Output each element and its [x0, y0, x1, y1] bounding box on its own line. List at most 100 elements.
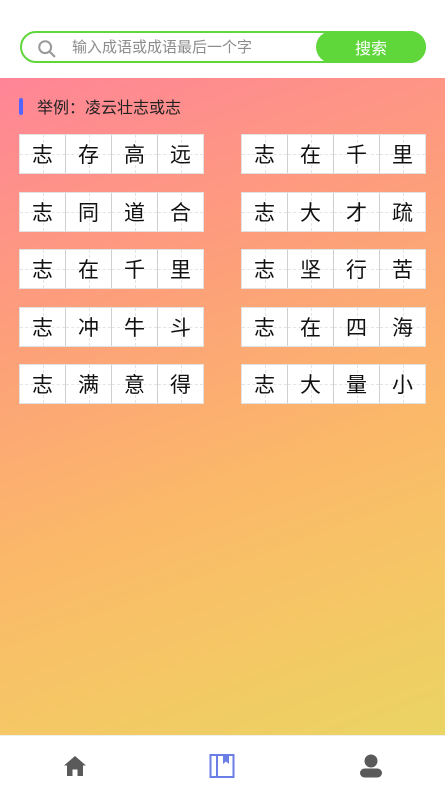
idiom-char-cell: 冲 [66, 308, 112, 346]
idiom-char: 志 [254, 373, 275, 397]
idiom-char: 志 [254, 143, 275, 167]
idiom-char-cell: 才 [334, 193, 380, 231]
idiom-char-cell: 在 [288, 135, 334, 173]
idiom-char-cell: 意 [112, 365, 158, 403]
search-input[interactable] [72, 33, 312, 61]
idiom-char-cell: 同 [66, 193, 112, 231]
idiom-card[interactable]: 志大才疏 [242, 193, 425, 231]
idiom-char-cell: 小 [380, 365, 425, 403]
idiom-char-cell: 千 [334, 135, 380, 173]
tab-idioms[interactable] [208, 752, 236, 780]
idiom-char: 远 [170, 143, 191, 167]
idiom-char: 满 [78, 373, 99, 397]
main-content: 举例：凌云壮志或志 志存高远志在千里志同道合志大才疏志在千里志坚行苦志冲牛斗志在… [0, 78, 445, 735]
idiom-char-cell: 志 [20, 308, 66, 346]
idiom-card[interactable]: 志存高远 [20, 135, 203, 173]
example-text: 举例：凌云壮志或志 [37, 98, 182, 117]
idiom-char: 四 [346, 316, 367, 340]
idiom-char-cell: 高 [112, 135, 158, 173]
idiom-char: 合 [170, 201, 191, 225]
idiom-char-cell: 在 [288, 308, 334, 346]
idiom-card[interactable]: 志满意得 [20, 365, 203, 403]
idiom-char-cell: 志 [20, 365, 66, 403]
idiom-char-cell: 在 [66, 250, 112, 288]
idiom-char-cell: 里 [380, 135, 425, 173]
home-icon [64, 756, 86, 776]
idiom-char: 志 [32, 258, 53, 282]
search-box[interactable]: 搜索 [20, 31, 426, 63]
tab-home[interactable] [61, 752, 89, 780]
idiom-char-cell: 坚 [288, 250, 334, 288]
idiom-char: 海 [392, 316, 413, 340]
idiom-char: 疏 [392, 201, 413, 225]
idiom-char: 千 [346, 143, 367, 167]
idiom-char-cell: 千 [112, 250, 158, 288]
idiom-char-cell: 志 [20, 250, 66, 288]
idiom-char: 量 [346, 373, 367, 397]
idiom-char: 在 [300, 143, 321, 167]
idiom-card[interactable]: 志坚行苦 [242, 250, 425, 288]
idiom-char: 坚 [300, 258, 321, 282]
tab-profile[interactable] [357, 752, 385, 780]
idiom-char: 里 [170, 258, 191, 282]
idiom-char: 大 [300, 373, 321, 397]
idiom-char: 同 [78, 201, 99, 225]
idiom-char-cell: 志 [242, 193, 288, 231]
idiom-char-cell: 苦 [380, 250, 425, 288]
idiom-char-cell: 志 [20, 135, 66, 173]
idiom-card[interactable]: 志冲牛斗 [20, 308, 203, 346]
idiom-char-cell: 存 [66, 135, 112, 173]
idiom-char: 高 [124, 143, 145, 167]
idiom-char-cell: 行 [334, 250, 380, 288]
example-accent-bar [19, 97, 23, 115]
search-icon [38, 40, 56, 58]
idiom-char-cell: 牛 [112, 308, 158, 346]
idiom-char-cell: 志 [242, 135, 288, 173]
idiom-char: 志 [254, 201, 275, 225]
idiom-char: 千 [124, 258, 145, 282]
idiom-char: 志 [32, 201, 53, 225]
idiom-char: 得 [170, 373, 191, 397]
idiom-char: 小 [392, 373, 413, 397]
idiom-char: 意 [124, 373, 145, 397]
idiom-card[interactable]: 志大量小 [242, 365, 425, 403]
idiom-char: 志 [32, 373, 53, 397]
idiom-card[interactable]: 志在千里 [242, 135, 425, 173]
idiom-char-cell: 海 [380, 308, 425, 346]
idiom-char: 牛 [124, 316, 145, 340]
idiom-char: 行 [346, 258, 367, 282]
idiom-char: 大 [300, 201, 321, 225]
idiom-char: 冲 [78, 316, 99, 340]
idiom-char-cell: 志 [242, 308, 288, 346]
idiom-char-cell: 斗 [158, 308, 203, 346]
idiom-char: 才 [346, 201, 367, 225]
idiom-char: 在 [300, 316, 321, 340]
idiom-char-cell: 里 [158, 250, 203, 288]
idiom-char: 志 [254, 258, 275, 282]
search-bar: 搜索 [0, 0, 445, 78]
idiom-char-cell: 疏 [380, 193, 425, 231]
bottom-tab-bar [0, 735, 445, 795]
idiom-char: 存 [78, 143, 99, 167]
idiom-char: 在 [78, 258, 99, 282]
user-icon [360, 754, 382, 778]
idiom-char: 道 [124, 201, 145, 225]
idiom-char-cell: 四 [334, 308, 380, 346]
idiom-char: 苦 [392, 258, 413, 282]
idiom-char: 志 [32, 316, 53, 340]
idiom-char: 里 [392, 143, 413, 167]
idiom-char-cell: 道 [112, 193, 158, 231]
example-hint: 举例：凌云壮志或志 [19, 96, 182, 117]
idiom-char: 志 [32, 143, 53, 167]
idiom-card[interactable]: 志在千里 [20, 250, 203, 288]
book-icon [209, 754, 235, 778]
idiom-char-cell: 大 [288, 193, 334, 231]
idiom-char-cell: 量 [334, 365, 380, 403]
idiom-char-cell: 志 [242, 365, 288, 403]
idiom-char: 斗 [170, 316, 191, 340]
idiom-card[interactable]: 志在 四 海 [242, 308, 425, 346]
idiom-char-cell: 志 [242, 250, 288, 288]
idiom-char-cell: 满 [66, 365, 112, 403]
search-button[interactable]: 搜索 [316, 31, 426, 63]
idiom-card[interactable]: 志同道合 [20, 193, 203, 231]
